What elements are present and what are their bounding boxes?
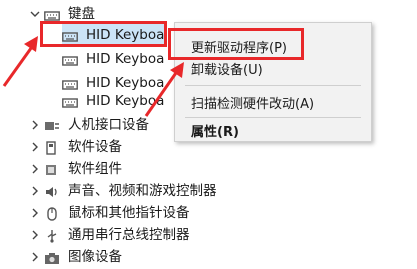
tree-item-software-components[interactable]: 软件组件 bbox=[44, 158, 122, 180]
menu-item-scan-hardware[interactable]: 扫描检测硬件改动(A) bbox=[175, 89, 371, 115]
speaker-icon bbox=[44, 184, 60, 198]
tree-item-imaging[interactable]: 图像设备 bbox=[44, 246, 122, 268]
software-component-icon bbox=[44, 162, 60, 176]
keyboard-icon bbox=[62, 94, 78, 108]
annotation-arrow-icon bbox=[2, 36, 38, 87]
tree-item-label: 声音、视频和游戏控制器 bbox=[68, 183, 217, 199]
menu-item-label: 卸载设备(U) bbox=[191, 62, 263, 78]
tree-item-label: 通用串行总线控制器 bbox=[68, 227, 190, 243]
tree-item-label: 图像设备 bbox=[68, 249, 122, 265]
usb-icon bbox=[44, 228, 60, 243]
expand-chevron-icon[interactable] bbox=[29, 158, 41, 180]
annotation-arrow-icon bbox=[144, 62, 184, 117]
menu-item-properties[interactable]: 属性(R) bbox=[175, 117, 371, 143]
tree-item-label: 软件组件 bbox=[68, 161, 122, 177]
expand-chevron-icon[interactable] bbox=[29, 180, 41, 202]
keyboard-icon bbox=[62, 52, 78, 66]
tree-item-sound-video-game[interactable]: 声音、视频和游戏控制器 bbox=[44, 180, 217, 202]
expand-chevron-icon[interactable] bbox=[29, 114, 41, 136]
keyboard-icon bbox=[44, 7, 60, 21]
menu-item-label: 属性(R) bbox=[191, 124, 239, 140]
tree-item-label: 鼠标和其他指针设备 bbox=[68, 205, 190, 221]
tree-item-software-devices[interactable]: 软件设备 bbox=[44, 136, 122, 158]
keyboard-icon bbox=[62, 76, 78, 90]
software-device-icon bbox=[44, 140, 60, 155]
mouse-icon bbox=[44, 206, 60, 221]
tree-item-hid[interactable]: 人机接口设备 bbox=[44, 114, 149, 136]
hid-icon bbox=[44, 118, 60, 132]
expand-chevron-icon[interactable] bbox=[29, 202, 41, 224]
highlight-box-hid-keyboard bbox=[40, 21, 167, 47]
camera-icon bbox=[44, 250, 60, 264]
tree-item-label: 软件设备 bbox=[68, 139, 122, 155]
menu-separator bbox=[185, 85, 361, 86]
expand-chevron-icon[interactable] bbox=[29, 246, 41, 268]
menu-item-label: 扫描检测硬件改动(A) bbox=[191, 96, 315, 112]
highlight-box-update-driver bbox=[168, 28, 304, 60]
tree-item-usb[interactable]: 通用串行总线控制器 bbox=[44, 224, 190, 246]
expand-chevron-icon[interactable] bbox=[29, 224, 41, 246]
tree-item-label: 人机接口设备 bbox=[68, 117, 149, 133]
tree-item-mouse[interactable]: 鼠标和其他指针设备 bbox=[44, 202, 190, 224]
expand-chevron-icon[interactable] bbox=[29, 136, 41, 158]
